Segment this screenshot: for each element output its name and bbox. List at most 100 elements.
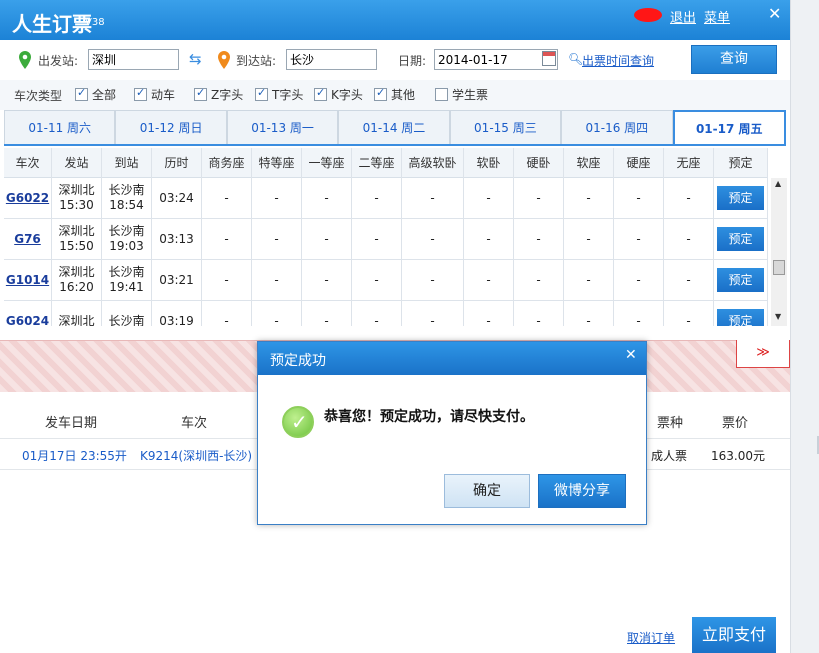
column-header: 到站 [102,148,152,178]
book-button[interactable]: 预定 [717,227,764,251]
checkbox-icon[interactable] [255,86,268,101]
seat-availability: - [324,232,329,246]
departure-time: 15:50 [59,239,94,253]
tab-date[interactable]: 01-11 周六 [4,110,116,144]
app-window: 人生订票 V38 退出 菜单 ✕ 出发站: ⇆ 到达站: 日期: 🔍︎ 出票时间… [0,0,790,653]
dialog-message: 恭喜您！预定成功，请尽快支付。 [324,409,534,425]
seat-availability: - [224,314,229,326]
order-train: K9214(深圳西-长沙) [140,449,253,463]
dialog-title: 预定成功 [270,353,326,369]
seat-availability: - [324,273,329,287]
dialog-title-bar: 预定成功 ✕ [258,342,646,375]
seat-availability: - [686,314,691,326]
checkbox-icon[interactable] [374,86,387,101]
train-number-link[interactable]: G76 [14,232,41,246]
order-train-header: 车次 [181,416,208,431]
train-type-label: 车次类型 [14,89,63,103]
column-header: 商务座 [202,148,252,178]
filter-student[interactable]: 学生票 [435,86,488,103]
booking-success-dialog: 预定成功 ✕ 恭喜您！预定成功，请尽快支付。 确定 微博分享 [257,341,647,525]
train-number-link[interactable]: G6024 [6,314,49,326]
seat-availability: - [224,273,229,287]
tab-date[interactable]: 01-14 周二 [338,110,450,144]
scroll-down-icon[interactable]: ▼ [775,312,781,321]
from-station-label: 出发站: [38,54,79,68]
seat-availability: - [586,191,591,205]
collapse-icon[interactable]: ≫ [736,340,790,368]
filter-all[interactable]: 全部 [75,86,116,103]
seat-availability: - [586,232,591,246]
filter-z[interactable]: Z字头 [194,86,243,103]
column-header: 一等座 [302,148,352,178]
ticket-time-query-link[interactable]: 出票时间查询 [582,52,654,69]
book-button[interactable]: 预定 [717,309,764,326]
filter-t[interactable]: T字头 [255,86,303,103]
arrival-station: 长沙南 [108,313,145,327]
cancel-order-link[interactable]: 取消订单 [627,629,675,646]
seat-availability: - [486,191,491,205]
order-date: 01月17日 23:55开 [22,449,127,463]
tab-date[interactable]: 01-15 周三 [449,110,562,144]
arrival-time: 19:41 [109,280,144,294]
departure-station: 深圳北 [58,183,95,197]
book-button[interactable]: 预定 [717,186,764,210]
seat-availability: - [274,273,279,287]
seat-availability: - [374,273,379,287]
pay-now-button[interactable]: 立即支付 [692,617,776,653]
column-header: 硬卧 [514,148,564,178]
location-pin-orange-icon [218,51,230,69]
to-station-input[interactable] [286,49,377,70]
weibo-share-button[interactable]: 微博分享 [538,474,626,508]
departure-station: 深圳北 [58,313,95,327]
duration: 03:24 [159,191,194,205]
dialog-close-icon[interactable]: ✕ [625,347,637,363]
train-number-link[interactable]: G6022 [6,191,49,205]
scroll-thumb[interactable] [773,260,785,275]
tab-date[interactable]: 01-13 周一 [226,110,339,144]
seat-availability: - [536,191,541,205]
logout-link[interactable]: 退出 [670,7,696,26]
departure-station: 深圳北 [58,265,95,279]
table-row: G6022 深圳北 15:30 长沙南 18:54 03:24 - - - - - - - - - - 预定 [4,178,768,219]
checkbox-icon[interactable] [134,86,147,101]
checkbox-icon[interactable] [435,88,448,101]
checkbox-icon[interactable] [75,86,88,101]
date-input[interactable] [434,49,558,70]
arrival-station: 长沙南 [108,224,145,238]
app-version: V38 [85,17,105,28]
seat-availability: - [430,314,435,326]
seat-availability: - [636,273,641,287]
train-table-scrollbar[interactable]: ▲ ▼ [771,178,787,326]
train-table-body: G6022 深圳北 15:30 长沙南 18:54 03:24- - - - - - - - - - 预定 G7… [4,178,768,326]
swap-stations-icon[interactable]: ⇆ [189,50,202,68]
train-number-link[interactable]: G1014 [6,273,49,287]
book-button[interactable]: 预定 [717,268,764,292]
tab-date-active[interactable]: 01-17 周五 [672,110,786,144]
seat-availability: - [324,191,329,205]
seat-availability: - [486,273,491,287]
arrival-time: 18:54 [109,198,144,212]
from-station-input[interactable] [88,49,179,70]
table-row: G76 深圳北 15:50 长沙南 19:03 03:13 - - - - - - - - - - 预定 [4,219,768,260]
scroll-up-icon[interactable]: ▲ [775,179,781,188]
query-button[interactable]: 查询 [691,45,777,74]
filter-k[interactable]: K字头 [314,86,363,103]
menu-link[interactable]: 菜单 [704,7,730,26]
filter-other[interactable]: 其他 [374,86,415,103]
seat-availability: - [224,232,229,246]
checkbox-icon[interactable] [314,86,327,101]
filter-emu[interactable]: 动车 [134,86,175,103]
ok-button[interactable]: 确定 [444,474,530,508]
tab-date[interactable]: 01-16 周四 [561,110,673,144]
tab-date[interactable]: 01-12 周日 [115,110,227,144]
checkbox-icon[interactable] [194,86,207,101]
calendar-icon[interactable] [542,51,556,66]
table-row: G6024 深圳北 长沙南 03:19 - - - - - - - - - - 预定 [4,301,768,326]
seat-availability: - [636,232,641,246]
seat-availability: - [536,314,541,326]
user-avatar-icon[interactable] [634,8,662,22]
table-row: G1014 深圳北 16:20 长沙南 19:41 03:21 - - - - - - - - - - 预定 [4,260,768,301]
seat-availability: - [636,191,641,205]
seat-availability: - [686,273,691,287]
close-icon[interactable]: ✕ [768,4,781,23]
